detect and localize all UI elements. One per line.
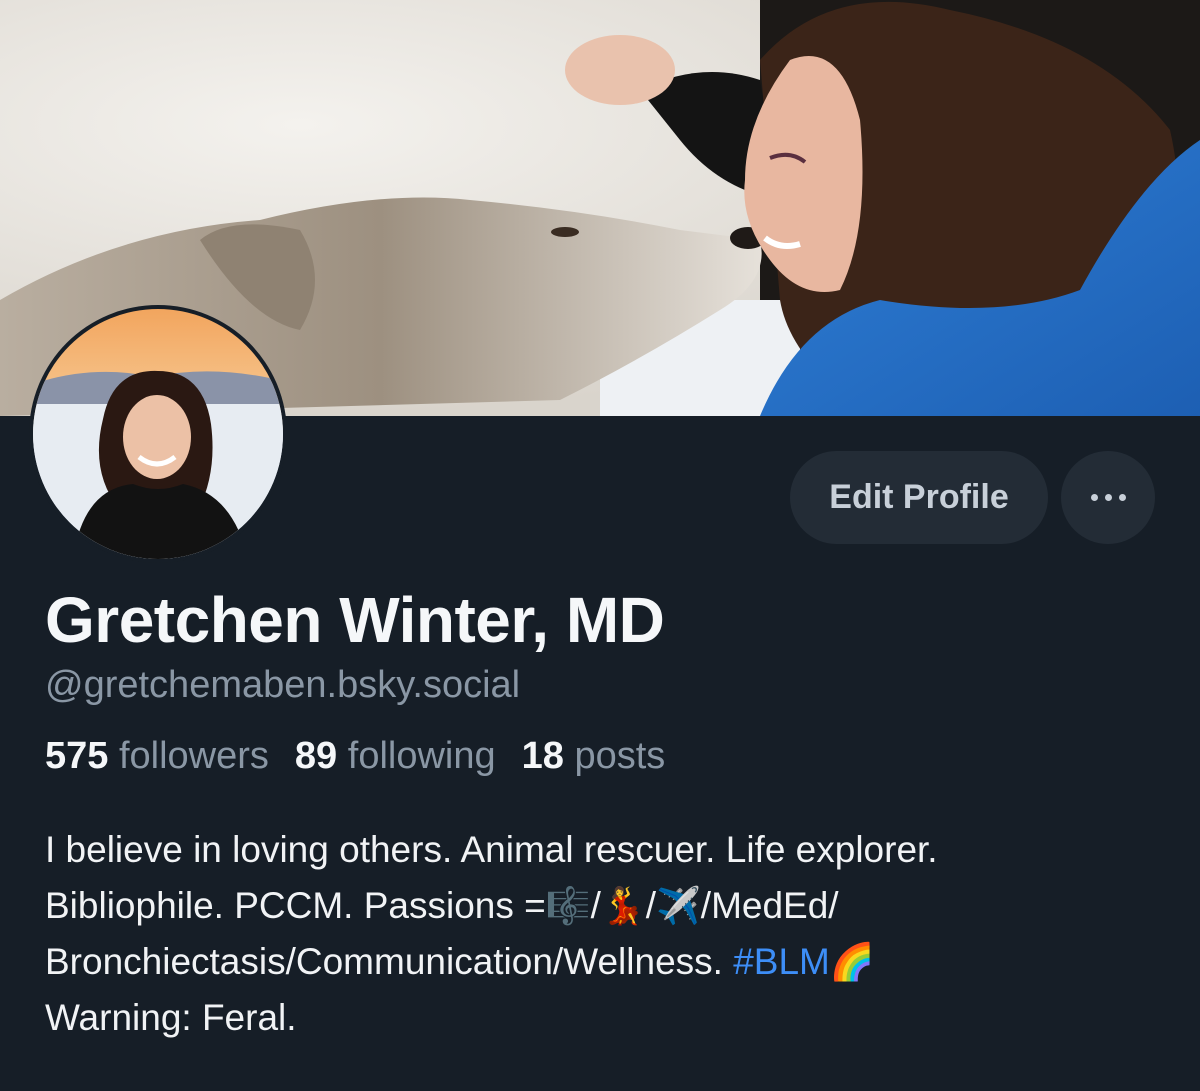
more-options-button[interactable] bbox=[1061, 451, 1155, 544]
avatar-image bbox=[33, 309, 283, 559]
followers-count: 575 bbox=[45, 735, 109, 777]
posts-label: posts bbox=[574, 735, 666, 777]
hashtag-link[interactable]: #BLM bbox=[733, 941, 830, 982]
avatar[interactable] bbox=[29, 305, 287, 563]
dancer-icon: 💃 bbox=[600, 885, 646, 926]
bio-line-1: I believe in loving others. Animal rescu… bbox=[45, 829, 938, 870]
handle[interactable]: @gretchemaben.bsky.social bbox=[45, 664, 520, 707]
following-link[interactable]: 89 following bbox=[295, 735, 496, 777]
airplane-icon: ✈️ bbox=[655, 885, 701, 926]
followers-label: followers bbox=[118, 735, 269, 777]
ellipsis-icon bbox=[1087, 494, 1129, 501]
bio-line-2: Bibliophile. PCCM. Passions =🎼/💃/✈️/MedE… bbox=[45, 878, 1175, 934]
profile-bio: I believe in loving others. Animal rescu… bbox=[45, 822, 1175, 1046]
musical-score-icon: 🎼 bbox=[545, 885, 591, 926]
bio-separator: / bbox=[590, 885, 601, 926]
followers-link[interactable]: 575 followers bbox=[45, 735, 269, 777]
bio-passions-suffix: /MedEd/ bbox=[700, 885, 839, 926]
posts-count: 18 bbox=[521, 735, 564, 777]
bio-separator: / bbox=[645, 885, 656, 926]
following-count: 89 bbox=[294, 735, 338, 777]
rainbow-icon: 🌈 bbox=[829, 941, 875, 982]
bio-line-3: Bronchiectasis/Communication/Wellness. #… bbox=[45, 934, 1175, 990]
bio-line-4: Warning: Feral. bbox=[45, 997, 297, 1038]
bio-passions-text: Bibliophile. PCCM. Passions = bbox=[45, 885, 546, 926]
posts-stat: 18 posts bbox=[522, 735, 666, 777]
following-label: following bbox=[347, 735, 496, 777]
bio-topics-text: Bronchiectasis/Communication/Wellness. bbox=[45, 941, 734, 982]
display-name: Gretchen Winter, MD bbox=[45, 584, 665, 656]
profile-stats: 575 followers 89 following 18 posts bbox=[45, 735, 665, 778]
edit-profile-button[interactable]: Edit Profile bbox=[790, 451, 1048, 544]
